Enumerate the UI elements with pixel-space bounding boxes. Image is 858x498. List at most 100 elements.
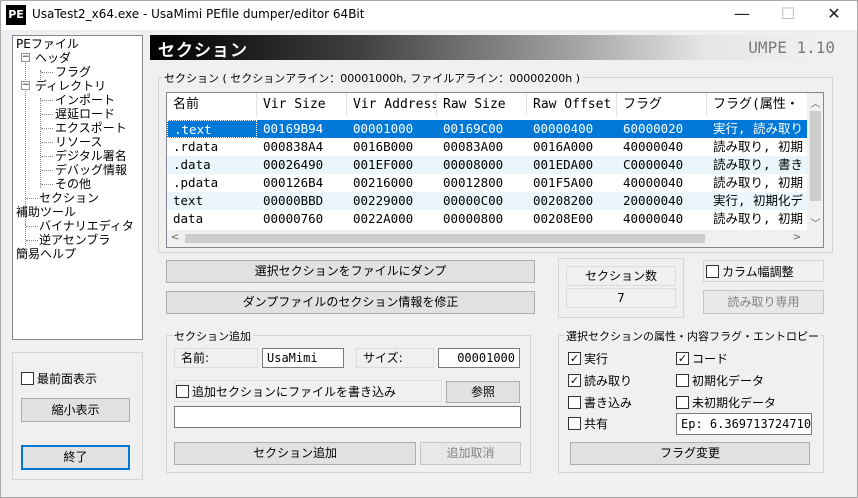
tree-item-other[interactable]: その他 (55, 177, 91, 191)
table-cell: 00000BBD (263, 193, 324, 208)
initialized-data-checkbox[interactable] (676, 374, 689, 387)
entropy-field[interactable]: Ep: 6.3697137247102 (676, 413, 812, 435)
tree-item-flags[interactable]: フラグ (55, 65, 91, 79)
table-cell: 0016B000 (353, 139, 414, 154)
table-row[interactable]: .data 00026490 001EF000 00008000 001EDA0… (167, 156, 807, 174)
table-cell: 40000040 (623, 175, 684, 190)
table-cell: 00012800 (443, 175, 504, 190)
section-table[interactable]: 名前 Vir Size Vir Address Raw Size Raw Off… (166, 92, 824, 248)
tree-item-resource[interactable]: リソース (55, 135, 102, 149)
tree-item-header[interactable]: ヘッダ (35, 51, 71, 65)
column-header[interactable]: 名前 (167, 93, 257, 117)
tree-item-directory[interactable]: ディレクトリ (35, 79, 106, 93)
column-header[interactable]: フラグ(属性・ (707, 93, 807, 117)
change-flags-button[interactable]: フラグ変更 (570, 442, 810, 465)
add-section-button[interactable]: セクション追加 (174, 442, 416, 465)
tree-line (41, 142, 53, 143)
topmost-checkbox[interactable] (21, 372, 34, 385)
scrollbar-corner (807, 230, 823, 247)
write-checkbox[interactable] (568, 396, 581, 409)
read-checkbox[interactable]: ✓ (568, 374, 581, 387)
shared-checkbox[interactable] (568, 417, 581, 430)
page-title: セクション (158, 41, 248, 61)
title-bar[interactable]: PE UsaTest2_x64.exe - UsaMimi PEfile dum… (0, 0, 858, 30)
scrollbar-thumb[interactable] (810, 111, 821, 201)
table-cell: .rdata (173, 139, 219, 154)
tree-item-pe-file[interactable]: PEファイル (16, 37, 79, 51)
table-row[interactable]: .pdata 000126B4 00216000 00012800 001F5A… (167, 174, 807, 192)
exit-button[interactable]: 終了 (21, 445, 130, 470)
horizontal-scrollbar[interactable]: < > (167, 230, 807, 247)
shared-label: 共有 (584, 417, 609, 431)
browse-button[interactable]: 参照 (446, 381, 520, 403)
version-label: UMPE 1.10 (748, 38, 835, 57)
tree-item-binary-editor[interactable]: バイナリエディタ (39, 219, 134, 233)
section-size-input[interactable]: 00001000 (438, 348, 520, 368)
initialized-data-label: 初期化データ (692, 374, 765, 388)
maximize-button[interactable]: ☐ (765, 0, 811, 30)
section-name-input[interactable]: UsaMimi (262, 348, 344, 368)
column-header[interactable]: Vir Size (257, 93, 347, 117)
table-row[interactable]: .text 00169B94 00001000 00169C00 0000040… (167, 120, 807, 138)
table-cell: 読み取り, 初期 (713, 139, 804, 154)
tree-line (41, 100, 53, 101)
scrollbar-thumb[interactable] (185, 234, 705, 243)
collapse-icon[interactable]: − (21, 53, 30, 62)
collapse-icon[interactable]: − (21, 81, 30, 90)
table-cell: 40000040 (623, 139, 684, 154)
execute-checkbox[interactable]: ✓ (568, 352, 581, 365)
dump-section-button[interactable]: 選択セクションをファイルにダンプ (166, 260, 535, 283)
section-count-value: 7 (566, 288, 676, 308)
readonly-button[interactable]: 読み取り専用 (703, 290, 824, 314)
tree-item-digital-signature[interactable]: デジタル署名 (55, 149, 127, 163)
table-cell: 000838A4 (263, 139, 324, 154)
table-cell: 読み取り, 初期 (713, 175, 804, 190)
table-cell: 00008000 (443, 157, 504, 172)
table-cell: 00208E00 (533, 211, 594, 226)
column-header[interactable]: Vir Address (347, 93, 437, 117)
tree-item-delay-load[interactable]: 遅延ロード (55, 107, 115, 121)
column-header[interactable]: Raw Size (437, 93, 527, 117)
column-header[interactable]: フラグ (617, 93, 707, 117)
column-adjust-checkbox[interactable] (706, 265, 719, 278)
cancel-add-button[interactable]: 追加取消 (420, 442, 521, 465)
tree-line (41, 156, 53, 157)
navigation-tree[interactable]: PEファイル − ヘッダ フラグ − ディレクトリ インポート 遅延ロード エク… (12, 35, 143, 340)
table-cell: text (173, 193, 204, 208)
write-file-checkbox[interactable] (176, 385, 189, 398)
minimize-button[interactable]: — (719, 0, 765, 30)
page-header: セクション UMPE 1.10 (150, 35, 845, 61)
column-header[interactable]: Raw Offset (527, 93, 617, 117)
scroll-left-icon[interactable]: < (169, 232, 181, 243)
fix-section-info-button[interactable]: ダンプファイルのセクション情報を修正 (166, 291, 535, 314)
tree-line (26, 226, 38, 227)
tree-item-section[interactable]: セクション (39, 191, 99, 205)
scroll-right-icon[interactable]: > (791, 232, 803, 243)
tree-line (41, 72, 53, 73)
topmost-label: 最前面表示 (37, 372, 98, 386)
tree-item-disassembler[interactable]: 逆アセンブラ (39, 233, 110, 247)
table-cell: 000126B4 (263, 175, 324, 190)
tree-item-import[interactable]: インポート (55, 93, 115, 107)
close-button[interactable]: ✕ (811, 0, 857, 30)
read-label: 読み取り (584, 374, 633, 388)
scroll-up-icon[interactable]: ︿ (807, 95, 823, 110)
tree-line (26, 198, 38, 199)
section-count-label: セクション数 (566, 266, 676, 286)
table-row[interactable]: data 00000760 0022A000 00000800 00208E00… (167, 210, 807, 228)
shrink-view-button[interactable]: 縮小表示 (21, 398, 130, 422)
file-path-input[interactable] (174, 406, 521, 428)
tree-line (26, 240, 38, 241)
tree-item-help[interactable]: 簡易ヘルプ (16, 247, 76, 261)
table-cell: 20000040 (623, 193, 684, 208)
table-cell: 00001000 (353, 121, 414, 136)
table-row[interactable]: .rdata 000838A4 0016B000 00083A00 0016A0… (167, 138, 807, 156)
vertical-scrollbar[interactable]: ︿ ﹀ (807, 93, 823, 230)
table-row[interactable]: text 00000BBD 00229000 00000C00 00208200… (167, 192, 807, 210)
code-checkbox[interactable]: ✓ (676, 352, 689, 365)
tree-item-export[interactable]: エクスポート (55, 121, 127, 135)
tree-item-debug-info[interactable]: デバッグ情報 (55, 163, 127, 177)
tree-item-tools[interactable]: 補助ツール (16, 205, 76, 219)
scroll-down-icon[interactable]: ﹀ (807, 215, 823, 230)
uninitialized-data-checkbox[interactable] (676, 396, 689, 409)
